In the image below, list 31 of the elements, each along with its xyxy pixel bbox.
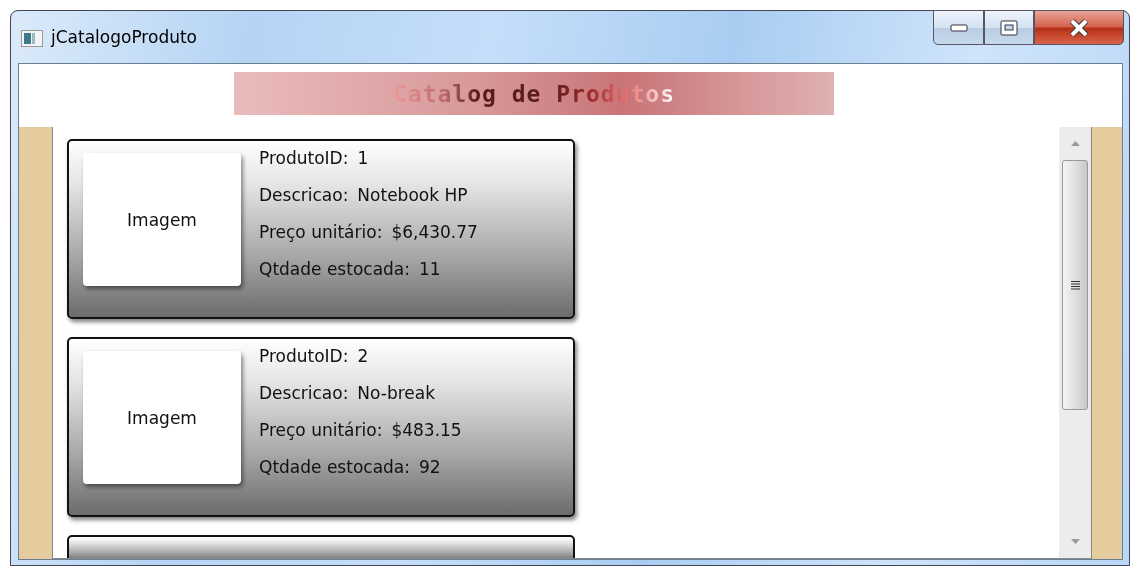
field-value: 11 (419, 258, 441, 281)
minimize-icon (949, 23, 968, 32)
field-value: No-break (357, 382, 436, 405)
scrollbar-thumb[interactable] (1062, 160, 1088, 410)
maximize-icon (1000, 19, 1018, 36)
field-value: 92 (419, 456, 441, 479)
field-value: 1 (357, 147, 369, 170)
field-label: Qtdade estocada: (259, 456, 410, 479)
field-label: Descricao: (259, 382, 349, 405)
field-value: 2 (357, 345, 369, 368)
product-card[interactable]: Imagem ProdutoID: 2 Descricao: No-break Preço unitário: $483.15 Qtdade estocada: 92 (67, 337, 575, 517)
field-label: Descricao: (259, 184, 349, 207)
field-value: Notebook HP (357, 184, 468, 207)
field-label: Qtdade estocada: (259, 258, 410, 281)
close-icon (1068, 18, 1090, 37)
scrollbar[interactable] (1059, 127, 1091, 558)
grip-icon (1070, 280, 1080, 290)
image-placeholder: Imagem (83, 153, 241, 286)
window-title: jCatalogoProduto (51, 27, 197, 47)
image-placeholder: Imagem (83, 351, 241, 484)
field-label: ProdutoID: (259, 345, 349, 368)
field-label: ProdutoID: (259, 147, 349, 170)
maximize-button[interactable] (984, 10, 1034, 45)
minimize-button[interactable] (933, 10, 984, 45)
field-value: $6,430.77 (391, 221, 478, 244)
field-label: Preço unitário: (259, 221, 383, 244)
app-icon (21, 30, 43, 47)
close-button[interactable] (1034, 10, 1124, 45)
field-value: $483.15 (391, 419, 462, 442)
product-card[interactable]: Imagem ProdutoID: 1 Descricao: Notebook HP Preço unitário: $6,430.77 Qtdade estocada: 11 (67, 139, 575, 319)
field-label: Preço unitário: (259, 419, 383, 442)
